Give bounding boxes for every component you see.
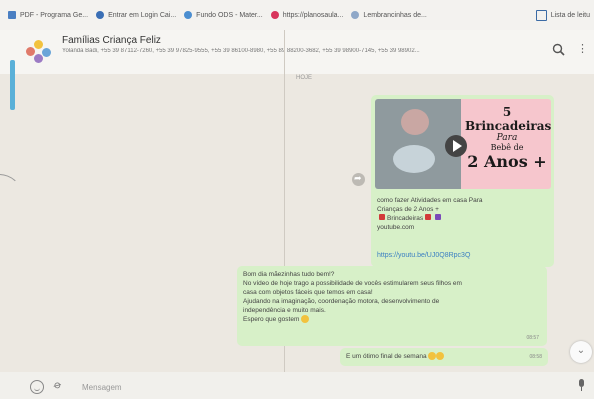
message-body: E um ótimo final de semana	[346, 348, 445, 366]
media-message[interactable]: 5 Brincadeiras Para Bebê de 2 Anos + com…	[371, 95, 554, 267]
bookmark-label: PDF - Programa Ge...	[20, 11, 89, 19]
preview-line-2: Crianças de 2 Anos +	[377, 206, 439, 213]
link-preview: como fazer Atividades em casa Para Crian…	[377, 196, 547, 232]
message-line: Espero que gostem	[243, 315, 539, 324]
page-curl	[0, 174, 22, 216]
chat-members: Yolanda Badi, +55 39 87112-7260, +55 39 …	[62, 48, 420, 54]
bookmark-5[interactable]: Lembrancinhas de...	[351, 11, 427, 19]
eye-icon	[184, 11, 193, 19]
play-icon[interactable]	[445, 135, 467, 157]
reading-list[interactable]: Lista de leitu	[535, 10, 590, 21]
preview-domain: youtube.com	[377, 224, 415, 231]
group-avatar[interactable]	[24, 37, 56, 65]
preview-line-3-text: Brincadeiras	[387, 215, 424, 222]
search-icon[interactable]	[552, 43, 565, 56]
bookmark-label: Fundo ODS - Mater...	[196, 11, 263, 19]
sidebar-edge	[10, 60, 15, 110]
preview-line-1: como fazer Atividades em casa Para	[377, 197, 483, 204]
chat-header[interactable]: Famílias Criança Feliz Yolanda Badi, +55…	[0, 30, 594, 74]
message-time: 08:57	[526, 335, 539, 341]
emoji-icon	[436, 352, 445, 361]
bookmark-label: Entrar em Login Cai...	[108, 11, 177, 19]
message-line: No vídeo de hoje trago a possibilidade d…	[243, 280, 462, 287]
bookmark-label: https://planosaula...	[282, 11, 344, 19]
video-thumbnail[interactable]: 5 Brincadeiras Para Bebê de 2 Anos +	[375, 99, 551, 189]
forward-icon[interactable]	[352, 173, 365, 186]
preview-line-3: Brincadeiras	[377, 214, 547, 223]
message-line: Ajudando na imaginação, coordenação moto…	[243, 298, 440, 305]
message-input[interactable]	[80, 378, 524, 396]
emoji-picker-icon[interactable]	[30, 380, 44, 394]
menu-icon[interactable]: ⋮	[577, 44, 588, 58]
chevron-down-icon: ⌄	[576, 345, 586, 356]
text-message[interactable]: Bom dia mãezinhas tudo bem!? No vídeo de…	[237, 266, 547, 346]
bookmark-2[interactable]: Entrar em Login Cai...	[96, 11, 176, 19]
thumbnail-line-2: Para	[496, 133, 518, 143]
search-icon	[351, 11, 360, 19]
reading-list-label: Lista de leitu	[550, 12, 590, 19]
message-text: E um ótimo final de semana	[346, 353, 427, 360]
message-time: 08:58	[529, 354, 542, 360]
message-line: independência e muito mais.	[243, 307, 326, 314]
heart-icon	[435, 214, 442, 220]
globe-icon	[96, 11, 105, 19]
bookmark-label: Lembrancinhas de...	[363, 11, 427, 19]
thumbnail-line-1: 5 Brincadeiras	[465, 105, 551, 133]
scroll-down-button[interactable]: ⌄	[570, 341, 592, 363]
bookmarks-bar: PDF - Programa Ge... Entrar em Login Cai…	[0, 0, 594, 31]
message-line: casa com objetos fáceis que temos em cas…	[243, 289, 373, 296]
text-message[interactable]: E um ótimo final de semana 08:58	[340, 348, 548, 366]
date-chip: HOJE	[296, 75, 313, 81]
reading-list-icon	[535, 10, 547, 21]
youtube-link[interactable]: https://youtu.be/UJ0Q8Rpc3Q	[377, 252, 470, 259]
heart-icon	[379, 214, 385, 220]
bookmark-1[interactable]: PDF - Programa Ge...	[8, 11, 88, 19]
message-body: Bom dia mãezinhas tudo bem!? No vídeo de…	[243, 270, 539, 324]
smile-emoji-icon	[301, 315, 310, 324]
bookmark-icon	[8, 11, 16, 19]
attach-icon[interactable]: ⌀	[51, 377, 67, 394]
microphone-icon[interactable]	[578, 379, 586, 391]
thumbnail-title: 5 Brincadeiras Para Bebê de 2 Anos +	[465, 105, 551, 171]
heart-icon	[425, 214, 432, 220]
thumbnail-line-4: 2 Anos +	[467, 152, 547, 171]
composer: ⌀	[0, 372, 594, 399]
heart-icon	[270, 11, 279, 19]
emoji-icon	[428, 352, 437, 361]
message-line: Bom dia mãezinhas tudo bem!?	[243, 271, 335, 278]
bookmark-4[interactable]: https://planosaula...	[270, 11, 344, 19]
chat-name: Famílias Criança Feliz	[62, 35, 161, 46]
thumbnail-line-3: Bebê de	[490, 143, 524, 152]
bookmark-3[interactable]: Fundo ODS - Mater...	[184, 11, 263, 19]
message-line-text: Espero que gostem	[243, 316, 300, 323]
